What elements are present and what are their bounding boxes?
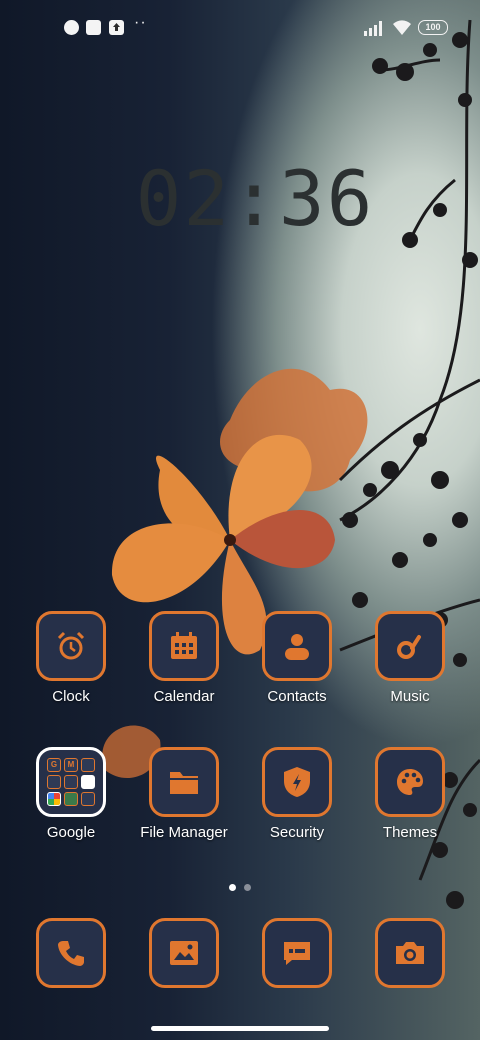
- camera-icon[interactable]: [375, 918, 445, 988]
- app-label: Google: [46, 824, 96, 841]
- status-bar: ·· 100: [0, 14, 480, 42]
- app-label: Contacts: [267, 688, 327, 705]
- meet-mini-icon: [81, 792, 95, 806]
- photos-mini-icon: [64, 792, 78, 806]
- palette-icon[interactable]: [375, 747, 445, 817]
- dock-messages[interactable]: [242, 918, 352, 988]
- page-dot-active: [229, 884, 236, 891]
- app-label: Calendar: [153, 688, 215, 705]
- google-folder-icon[interactable]: G M: [36, 747, 106, 817]
- dock-phone[interactable]: [16, 918, 126, 988]
- app-label: Security: [269, 824, 325, 841]
- app-clock[interactable]: Clock: [16, 611, 126, 705]
- clock-widget[interactable]: 02:36: [0, 154, 480, 243]
- square-notification-icon: [86, 20, 101, 35]
- dock-camera[interactable]: [355, 918, 465, 988]
- calendar-icon[interactable]: [149, 611, 219, 681]
- app-label: Music: [390, 688, 430, 705]
- cellular-signal-icon: [364, 21, 382, 36]
- app-notification-icon: [64, 20, 79, 35]
- chrome-mini-icon: [47, 792, 61, 806]
- maps-mini-icon: [81, 758, 95, 772]
- gmail-m-mini-icon: M: [64, 758, 78, 772]
- app-label: Themes: [382, 824, 438, 841]
- dock-gallery[interactable]: [129, 918, 239, 988]
- page-dot: [244, 884, 251, 891]
- music-note-icon[interactable]: [375, 611, 445, 681]
- page-indicator: [229, 878, 259, 896]
- folder-google[interactable]: G M Google: [16, 747, 126, 841]
- assistant-mini-icon: [64, 775, 78, 789]
- app-label: File Manager: [140, 824, 228, 841]
- more-notifications-indicator: ··: [134, 14, 147, 31]
- app-security[interactable]: Security: [242, 747, 352, 841]
- play-store-mini-icon: [81, 775, 95, 789]
- app-file-manager[interactable]: File Manager: [129, 747, 239, 841]
- app-label: Clock: [52, 688, 90, 705]
- phone-icon[interactable]: [36, 918, 106, 988]
- app-calendar[interactable]: Calendar: [129, 611, 239, 705]
- youtube-mini-icon: [47, 775, 61, 789]
- gallery-image-icon[interactable]: [149, 918, 219, 988]
- upload-notification-icon: [109, 20, 124, 35]
- contact-person-icon[interactable]: [262, 611, 332, 681]
- gmail-mini-icon: G: [47, 758, 61, 772]
- alarm-clock-icon[interactable]: [36, 611, 106, 681]
- app-music[interactable]: Music: [355, 611, 465, 705]
- app-contacts[interactable]: Contacts: [242, 611, 352, 705]
- folder-icon[interactable]: [149, 747, 219, 817]
- home-gesture-bar[interactable]: [151, 1026, 329, 1031]
- shield-bolt-icon[interactable]: [262, 747, 332, 817]
- messages-icon[interactable]: [262, 918, 332, 988]
- app-themes[interactable]: Themes: [355, 747, 465, 841]
- battery-icon: 100: [418, 20, 448, 35]
- wifi-icon: [393, 20, 411, 35]
